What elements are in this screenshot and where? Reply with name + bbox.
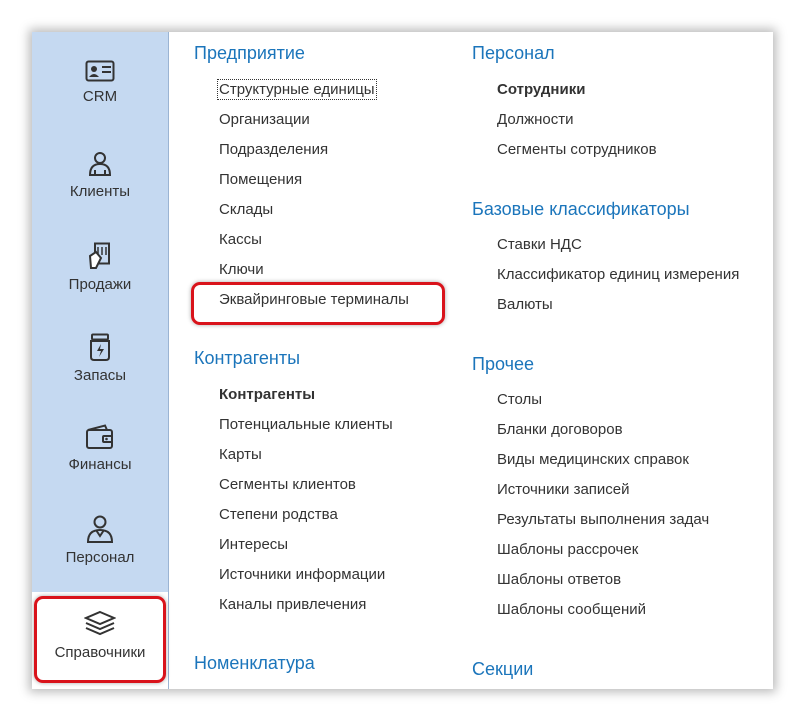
link-employee-segments[interactable]: Сегменты сотрудников: [497, 141, 657, 158]
link-structural-units[interactable]: Структурные единицы: [217, 79, 377, 100]
link-employees[interactable]: Сотрудники: [497, 81, 585, 98]
link-potential-clients[interactable]: Потенциальные клиенты: [219, 416, 393, 433]
section-title-sections[interactable]: Секции: [472, 659, 533, 680]
nav-crm[interactable]: CRM: [32, 32, 168, 123]
link-message-templates[interactable]: Шаблоны сообщений: [497, 601, 646, 618]
sidebar: CRM Клиенты Продажи Запасы Финансы Персо…: [32, 32, 169, 689]
staff-icon: [86, 515, 114, 543]
link-installment-templates[interactable]: Шаблоны рассрочек: [497, 541, 638, 558]
link-counterparties[interactable]: Контрагенты: [219, 386, 315, 403]
link-info-sources[interactable]: Источники информации: [219, 566, 385, 583]
id-card-icon: [85, 60, 115, 82]
link-task-results[interactable]: Результаты выполнения задач: [497, 511, 709, 528]
jar-icon: [90, 333, 110, 361]
link-keys[interactable]: Ключи: [219, 261, 264, 278]
link-cards[interactable]: Карты: [219, 446, 262, 463]
link-client-segments[interactable]: Сегменты клиентов: [219, 476, 356, 493]
app-window: CRM Клиенты Продажи Запасы Финансы Персо…: [32, 32, 773, 689]
receipt-icon: [88, 242, 110, 269]
nav-clients-label: Клиенты: [69, 183, 131, 200]
nav-personnel-label: Персонал: [65, 549, 135, 566]
link-record-sources[interactable]: Источники записей: [497, 481, 630, 498]
section-title-counterparties[interactable]: Контрагенты: [194, 348, 300, 369]
nav-clients[interactable]: Клиенты: [32, 123, 168, 214]
nav-stock[interactable]: Запасы: [32, 305, 168, 396]
nav-crm-label: CRM: [82, 88, 118, 105]
section-title-personnel[interactable]: Персонал: [472, 43, 555, 64]
link-vat-rates[interactable]: Ставки НДС: [497, 236, 582, 253]
link-tables[interactable]: Столы: [497, 391, 542, 408]
link-currencies[interactable]: Валюты: [497, 296, 553, 313]
section-title-enterprise[interactable]: Предприятие: [194, 43, 305, 64]
link-acquisition-channels[interactable]: Каналы привлечения: [219, 596, 366, 613]
nav-finance[interactable]: Финансы: [32, 396, 168, 487]
person-icon: [88, 152, 112, 176]
section-title-other[interactable]: Прочее: [472, 354, 534, 375]
section-title-base-classifiers[interactable]: Базовые классификаторы: [472, 199, 690, 220]
nav-sales[interactable]: Продажи: [32, 214, 168, 305]
link-departments[interactable]: Подразделения: [219, 141, 328, 158]
link-reply-templates[interactable]: Шаблоны ответов: [497, 571, 621, 588]
nav-personnel[interactable]: Персонал: [32, 487, 168, 578]
main-content: Предприятие Структурные единицы Организа…: [169, 32, 773, 689]
nav-stock-label: Запасы: [73, 367, 127, 384]
link-contract-forms[interactable]: Бланки договоров: [497, 421, 623, 438]
link-medical-certificates[interactable]: Виды медицинских справок: [497, 451, 689, 468]
link-warehouses[interactable]: Склады: [219, 201, 273, 218]
section-title-nomenclature[interactable]: Номенклатура: [194, 653, 315, 674]
link-premises[interactable]: Помещения: [219, 171, 302, 188]
link-interests[interactable]: Интересы: [219, 536, 288, 553]
nav-sales-label: Продажи: [68, 276, 132, 293]
highlight-frame-sidebar: [34, 596, 166, 683]
link-positions[interactable]: Должности: [497, 111, 574, 128]
link-kinship-degrees[interactable]: Степени родства: [219, 506, 338, 523]
wallet-icon: [86, 424, 113, 449]
nav-finance-label: Финансы: [68, 456, 132, 473]
link-organizations[interactable]: Организации: [219, 111, 310, 128]
highlight-frame-acquiring: [191, 282, 445, 325]
link-cash-desks[interactable]: Кассы: [219, 231, 262, 248]
link-units-classifier[interactable]: Классификатор единиц измерения: [497, 266, 739, 283]
